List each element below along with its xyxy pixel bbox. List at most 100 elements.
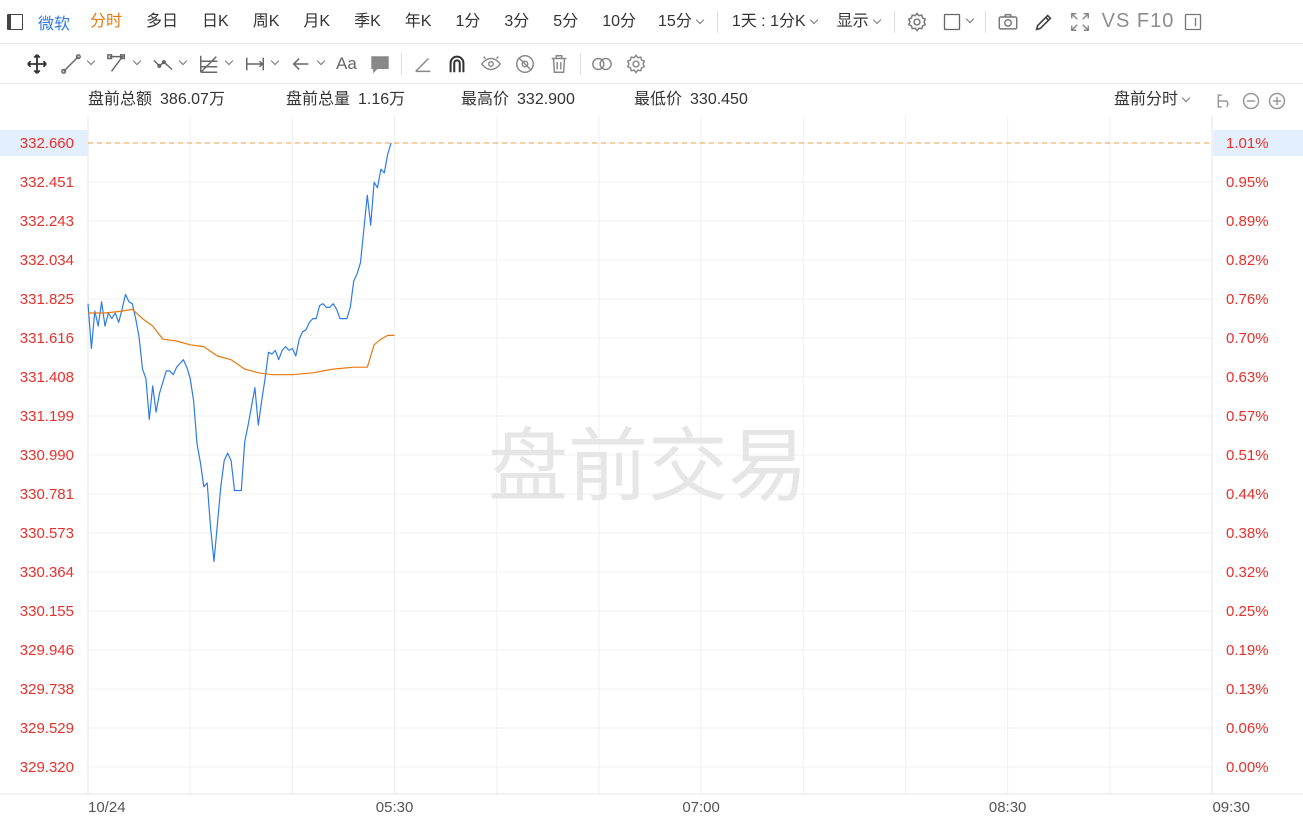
tab-period-timeshare[interactable]: 分时 <box>78 0 134 44</box>
pencil-icon[interactable] <box>1026 0 1062 44</box>
y-tick-label-left: 329.529 <box>20 720 74 737</box>
x-tick-label: 05:30 <box>376 799 414 816</box>
tab-period-5min[interactable]: 5分 <box>541 0 590 44</box>
fullscreen-icon[interactable] <box>1062 0 1098 44</box>
chart-mode-select[interactable]: 盘前分时 <box>1114 84 1191 116</box>
range-icon <box>246 57 264 70</box>
stat-high-label: 最高价 <box>461 91 510 108</box>
y-tick-label-right: 0.32% <box>1226 564 1269 581</box>
trash-icon[interactable] <box>542 44 576 84</box>
chevron-down-icon <box>224 56 234 65</box>
stat-volume: 盘前总量 1.16万 <box>286 84 405 116</box>
chevron-down-icon <box>86 56 96 65</box>
move-icon[interactable] <box>20 44 54 84</box>
y-tick-label-right: 0.38% <box>1226 525 1269 542</box>
range-select[interactable]: 1天 : 1分K <box>722 0 827 44</box>
y-axis-right: 1.01% 0.95% 0.89% 0.82% 0.76% 0.70% 0.63% 0.57%… <box>1226 135 1269 776</box>
y-tick-label-right: 0.82% <box>1226 252 1269 269</box>
y-tick-label-left: 332.660 <box>20 135 74 152</box>
symbol-name[interactable]: 微软 <box>30 10 78 34</box>
stat-low: 最低价 330.450 <box>634 84 748 116</box>
y-tick-label-left: 332.451 <box>20 174 74 191</box>
y-tick-label-right: 1.01% <box>1226 135 1269 152</box>
sidebar-toggle-icon[interactable] <box>0 0 30 44</box>
comment-icon[interactable] <box>363 44 397 84</box>
arrow-icon <box>292 57 309 70</box>
y-tick-label-right: 0.25% <box>1226 603 1269 620</box>
stat-amount: 盘前总额 386.07万 <box>88 84 225 116</box>
tab-period-quarter[interactable]: 季K <box>342 0 393 44</box>
chart-mode-value: 盘前分时 <box>1114 91 1179 108</box>
y-tick-label-right: 0.44% <box>1226 486 1269 503</box>
y-tick-label-left: 330.781 <box>20 486 74 503</box>
y-tick-label-right: 0.57% <box>1226 408 1269 425</box>
fib-tool[interactable] <box>192 44 238 84</box>
y-tick-label-left: 329.946 <box>20 642 74 659</box>
y-tick-label-left: 331.408 <box>20 369 74 386</box>
magnet-icon[interactable] <box>440 44 474 84</box>
hide-icon[interactable] <box>508 44 542 84</box>
chevron-down-icon <box>872 15 881 24</box>
zoom-in-icon[interactable] <box>1266 90 1288 112</box>
y-tick-label-left: 330.990 <box>20 447 74 464</box>
y-tick-label-left: 332.034 <box>20 252 74 269</box>
text-tool[interactable]: Aa <box>330 44 363 84</box>
y-tick-label-left: 329.320 <box>20 759 74 776</box>
gear-icon[interactable] <box>619 44 653 84</box>
link-icon[interactable] <box>585 44 619 84</box>
range-select-value: 1天 : 1分K <box>731 12 806 30</box>
display-select[interactable]: 显示 <box>827 0 890 44</box>
stat-volume-label: 盘前总量 <box>286 91 351 108</box>
y-tick-label-right: 0.89% <box>1226 213 1269 230</box>
tab-period-multiday[interactable]: 多日 <box>134 0 190 44</box>
x-axis: 10/24 05:30 07:00 08:30 09:30 <box>88 799 1250 816</box>
y-axis-left: 332.660 332.451 332.243 332.034 331.825 331.6… <box>20 135 74 776</box>
tab-period-week[interactable]: 周K <box>241 0 292 44</box>
stat-volume-value: 1.16万 <box>358 91 406 108</box>
price-line <box>87 142 392 563</box>
period-select[interactable]: 15分 <box>648 0 713 44</box>
y-tick-label-right: 0.51% <box>1226 447 1269 464</box>
undo-icon[interactable] <box>1214 90 1236 112</box>
range-tool[interactable] <box>238 44 284 84</box>
drawing-toolbar: Aa <box>0 44 1303 84</box>
period-tabs: 分时 多日 日K 周K 月K 季K 年K 1分 3分 5分 10分 <box>78 0 648 44</box>
tab-period-1min[interactable]: 1分 <box>443 0 492 44</box>
chart-series <box>87 142 395 563</box>
eye-lock-icon[interactable] <box>474 44 508 84</box>
zoom-out-icon[interactable] <box>1240 90 1262 112</box>
y-tick-label-right: 0.63% <box>1226 369 1269 386</box>
checkbox-icon[interactable] <box>935 0 981 44</box>
wave-icon <box>153 59 173 70</box>
timeshare-chart[interactable]: 盘前交易 332.660 332.451 332.243 332.034 331.825… <box>0 116 1303 834</box>
tab-period-month[interactable]: 月K <box>291 0 342 44</box>
chevron-down-icon <box>1181 93 1191 103</box>
y-tick-label-left: 330.155 <box>20 603 74 620</box>
ruler-icon[interactable] <box>406 44 440 84</box>
vs-f10-button[interactable]: VS F10 <box>1098 10 1179 33</box>
divider <box>579 52 581 75</box>
polyline-tool[interactable] <box>100 44 146 84</box>
tab-period-10min[interactable]: 10分 <box>590 0 648 44</box>
stat-high: 最高价 332.900 <box>461 84 575 116</box>
tab-period-year[interactable]: 年K <box>393 0 444 44</box>
line-icon <box>61 53 81 74</box>
x-tick-label: 07:00 <box>682 799 720 816</box>
arrow-tool[interactable] <box>284 44 330 84</box>
y-tick-label-right: 0.70% <box>1226 330 1269 347</box>
tab-period-3min[interactable]: 3分 <box>492 0 541 44</box>
settings-icon[interactable] <box>899 0 935 44</box>
text-icon: Aa <box>336 53 357 73</box>
y-tick-label-left: 330.364 <box>20 564 74 581</box>
line-tool[interactable] <box>54 44 100 84</box>
display-select-value: 显示 <box>836 12 869 30</box>
chevron-down-icon <box>270 56 280 65</box>
zoom-controls <box>1214 90 1288 112</box>
tab-period-day[interactable]: 日K <box>190 0 241 44</box>
chevron-down-icon <box>695 15 705 24</box>
stat-low-label: 最低价 <box>634 91 683 108</box>
panel-icon[interactable] <box>1178 0 1208 44</box>
wave-tool[interactable] <box>146 44 192 84</box>
camera-icon[interactable] <box>990 0 1026 44</box>
y-tick-label-left: 330.573 <box>20 525 74 542</box>
